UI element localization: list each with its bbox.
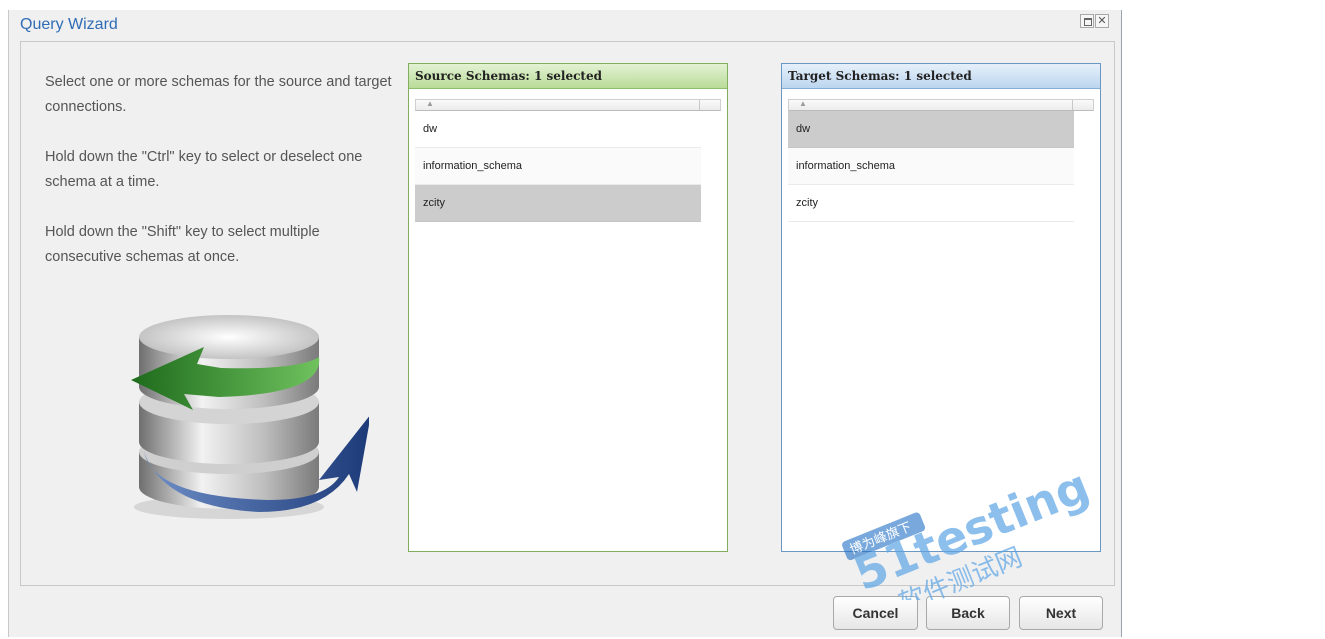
- column-divider: [699, 100, 700, 110]
- maximize-icon[interactable]: [1080, 14, 1094, 28]
- source-schemas-panel: Source Schemas: 1 selected ▲ dw informat…: [408, 63, 728, 552]
- window-title: Query Wizard: [20, 16, 118, 33]
- cancel-button[interactable]: Cancel: [833, 596, 918, 630]
- query-wizard-window: Query Wizard ✕ Select one or more schema…: [8, 10, 1122, 637]
- target-schemas-panel: Target Schemas: 1 selected ▲ dw informat…: [781, 63, 1101, 552]
- target-schema-row-dw[interactable]: dw: [788, 111, 1074, 148]
- title-bar[interactable]: Query Wizard ✕: [9, 10, 1121, 40]
- instructions: Select one or more schemas for the sourc…: [45, 70, 395, 295]
- back-button[interactable]: Back: [926, 596, 1010, 630]
- source-schema-row-zcity[interactable]: zcity: [415, 185, 701, 222]
- database-sync-icon: [131, 315, 369, 519]
- target-schema-list: dw information_schema zcity: [788, 111, 1074, 222]
- column-divider: [1072, 100, 1073, 110]
- target-schemas-header: Target Schemas: 1 selected: [782, 64, 1100, 89]
- sort-ascending-icon[interactable]: ▲: [799, 99, 807, 108]
- next-button[interactable]: Next: [1019, 596, 1103, 630]
- source-schema-row-information-schema[interactable]: information_schema: [415, 148, 701, 185]
- close-icon[interactable]: ✕: [1095, 14, 1109, 28]
- target-schema-row-zcity[interactable]: zcity: [788, 185, 1074, 222]
- target-column-header[interactable]: ▲: [788, 99, 1094, 111]
- instruction-select: Select one or more schemas for the sourc…: [45, 74, 392, 115]
- source-schema-list: dw information_schema zcity: [415, 111, 701, 222]
- wizard-footer: Cancel Back Next: [9, 586, 1121, 637]
- source-column-header[interactable]: ▲: [415, 99, 721, 111]
- target-schema-row-information-schema[interactable]: information_schema: [788, 148, 1074, 185]
- instruction-shift: Hold down the "Shift" key to select mult…: [45, 224, 320, 265]
- source-schemas-header: Source Schemas: 1 selected: [409, 64, 727, 89]
- instruction-ctrl: Hold down the "Ctrl" key to select or de…: [45, 149, 363, 190]
- sort-ascending-icon[interactable]: ▲: [426, 99, 434, 108]
- wizard-content: Select one or more schemas for the sourc…: [20, 41, 1115, 586]
- source-schema-row-dw[interactable]: dw: [415, 111, 701, 148]
